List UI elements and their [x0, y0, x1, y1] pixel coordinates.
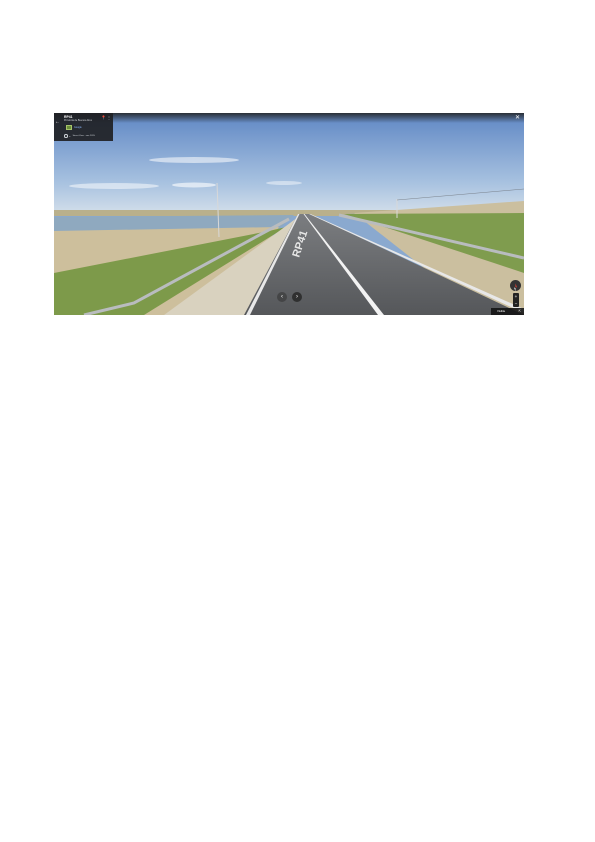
- expand-icon[interactable]: ⇱: [518, 309, 521, 314]
- cloud: [149, 157, 239, 163]
- map-thumbnail-icon: [66, 124, 72, 130]
- cloud: [266, 181, 302, 185]
- zoom-in-button[interactable]: +: [513, 293, 519, 300]
- history-clock-icon: [64, 134, 68, 138]
- more-options-icon[interactable]: ⋮: [107, 115, 111, 120]
- cloud: [69, 183, 159, 189]
- footer-label: Visible: [497, 309, 506, 313]
- sky: [54, 113, 524, 213]
- road-scene[interactable]: RP41: [54, 113, 524, 315]
- expand-arrow-icon: ▸: [69, 135, 71, 138]
- google-attribution[interactable]: Google: [66, 124, 82, 130]
- compass-icon: [514, 283, 517, 292]
- footer-bar[interactable]: Visible ⇱: [491, 308, 524, 315]
- history-row[interactable]: ▸ Street View · ene 2015: [64, 134, 95, 138]
- cloud: [172, 182, 216, 188]
- back-arrow-icon[interactable]: ←: [55, 119, 60, 125]
- zoom-out-button[interactable]: −: [513, 300, 519, 307]
- info-card: ← RP41 Provincia de Buenos Aires 📍 ⋮ Goo…: [54, 113, 113, 141]
- google-link[interactable]: Google: [74, 126, 82, 129]
- location-pin-icon[interactable]: 📍: [101, 115, 106, 120]
- location-subtitle: Provincia de Buenos Aires: [64, 119, 92, 122]
- next-arrow-button[interactable]: ›: [292, 292, 302, 302]
- zoom-control: + −: [513, 293, 519, 307]
- close-icon[interactable]: ✕: [515, 115, 520, 121]
- top-shade: [54, 113, 524, 123]
- previous-arrow-button[interactable]: ‹: [277, 292, 287, 302]
- compass-button[interactable]: [510, 280, 521, 292]
- street-view-panorama[interactable]: RP41 ← RP41 Provincia de Buenos Aires 📍 …: [54, 113, 524, 315]
- capture-date-label: Street View · ene 2015: [72, 135, 95, 137]
